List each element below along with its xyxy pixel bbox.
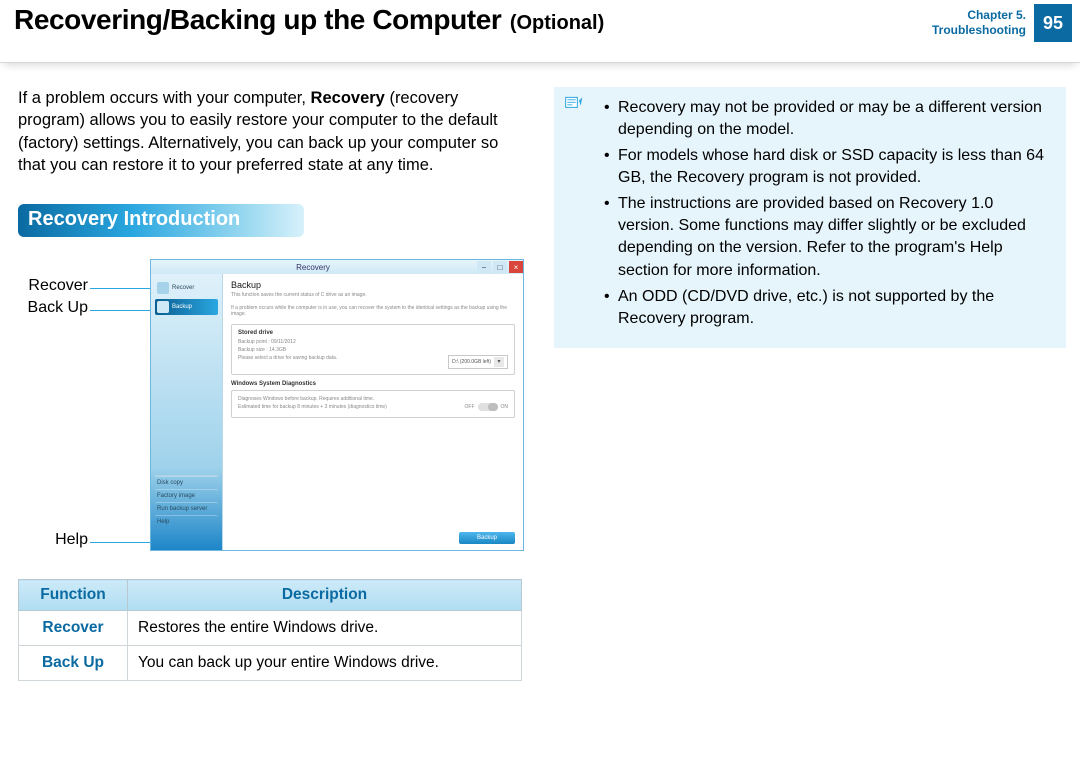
toggle-knob	[488, 403, 498, 411]
maximize-icon[interactable]: □	[493, 261, 507, 273]
app-desc2: If a problem occurs while the computer i…	[231, 305, 515, 318]
td-function: Recover	[19, 611, 128, 646]
callout-line	[90, 288, 156, 289]
note-item: Recovery may not be provided or may be a…	[604, 97, 1052, 141]
th-description: Description	[128, 580, 522, 611]
intro-paragraph: If a problem occurs with your computer, …	[18, 87, 528, 176]
chapter-number: Chapter 5.	[932, 8, 1026, 23]
drive-select-value: D:\ (200.0GB left)	[452, 359, 491, 365]
right-column: Recovery may not be provided or may be a…	[554, 87, 1066, 681]
app-desc1: This function saves the current status o…	[231, 292, 515, 299]
recovery-app-diagram: Recover Back Up Help Recovery − □ ×	[18, 259, 528, 559]
page-number: 95	[1034, 4, 1072, 42]
callout-backup: Back Up	[18, 299, 94, 317]
intro-bold: Recovery	[311, 89, 385, 107]
note-item: An ODD (CD/DVD drive, etc.) is not suppo…	[604, 286, 1052, 330]
page-title-optional: (Optional)	[510, 12, 604, 34]
sidebar-item-factory-image[interactable]: Factory image	[155, 489, 218, 502]
app-sidebar: Recover Backup Disk copy Factory image R…	[151, 274, 223, 550]
minimize-icon[interactable]: −	[477, 261, 491, 273]
drive-select[interactable]: D:\ (200.0GB left) ▾	[448, 355, 508, 369]
app-title: Recovery	[151, 263, 475, 272]
table-row: Back Up You can back up your entire Wind…	[19, 646, 522, 681]
panel-title: Stored drive	[238, 330, 508, 336]
app-heading: Backup	[231, 280, 515, 290]
app-main: Backup This function saves the current s…	[223, 274, 523, 550]
header-right: Chapter 5. Troubleshooting 95	[932, 0, 1080, 46]
toggle-track	[478, 403, 498, 411]
note-list: Recovery may not be provided or may be a…	[568, 97, 1052, 330]
callout-line	[90, 310, 156, 311]
note-item: The instructions are provided based on R…	[604, 193, 1052, 281]
sidebar-item-recover[interactable]: Recover	[155, 280, 218, 296]
sidebar-label: Recover	[172, 285, 194, 291]
chevron-down-icon: ▾	[494, 357, 504, 367]
recovery-app-window: Recovery − □ × Recover	[150, 259, 524, 551]
sidebar-item-disk-copy[interactable]: Disk copy	[155, 476, 218, 489]
diagnostics-title: Windows System Diagnostics	[231, 381, 515, 387]
panel-line: Backup point : 09/11/2012	[238, 339, 508, 345]
td-description: You can back up your entire Windows driv…	[128, 646, 522, 681]
chapter-block: Chapter 5. Troubleshooting	[932, 8, 1034, 38]
backup-icon	[157, 301, 169, 313]
th-function: Function	[19, 580, 128, 611]
intro-pre: If a problem occurs with your computer,	[18, 89, 311, 107]
backup-button[interactable]: Backup	[459, 532, 515, 544]
chapter-section: Troubleshooting	[932, 23, 1026, 38]
diagnostics-toggle[interactable]: OFF ON	[465, 403, 509, 411]
td-function: Back Up	[19, 646, 128, 681]
sidebar-label: Backup	[172, 304, 192, 310]
callout-line	[90, 542, 156, 543]
sidebar-item-run-backup-server[interactable]: Run backup server	[155, 502, 218, 515]
page-header: Recovering/Backing up the Computer (Opti…	[0, 0, 1080, 63]
callout-recover: Recover	[18, 277, 94, 295]
note-item: For models whose hard disk or SSD capaci…	[604, 145, 1052, 189]
note-icon	[564, 95, 584, 113]
page-title: Recovering/Backing up the Computer	[14, 4, 501, 35]
td-description: Restores the entire Windows drive.	[128, 611, 522, 646]
toggle-off-label: OFF	[465, 404, 475, 410]
panel-line: Diagnoses Windows before backup. Require…	[238, 396, 508, 402]
sidebar-item-help[interactable]: Help	[155, 515, 218, 528]
toggle-on-label: ON	[501, 404, 509, 410]
stored-drive-panel: Stored drive Backup point : 09/11/2012 B…	[231, 324, 515, 375]
close-icon[interactable]: ×	[509, 261, 523, 273]
callout-help: Help	[18, 531, 94, 549]
app-titlebar: Recovery − □ ×	[151, 260, 523, 274]
recover-icon	[157, 282, 169, 294]
section-heading: Recovery Introduction	[18, 204, 304, 237]
table-row: Recover Restores the entire Windows driv…	[19, 611, 522, 646]
panel-line: Backup size : 14.3GB	[238, 347, 508, 353]
sidebar-item-backup[interactable]: Backup	[155, 299, 218, 315]
diagnostics-panel: Diagnoses Windows before backup. Require…	[231, 390, 515, 418]
note-box: Recovery may not be provided or may be a…	[554, 87, 1066, 348]
left-column: If a problem occurs with your computer, …	[18, 87, 528, 681]
function-table: Function Description Recover Restores th…	[18, 579, 522, 681]
